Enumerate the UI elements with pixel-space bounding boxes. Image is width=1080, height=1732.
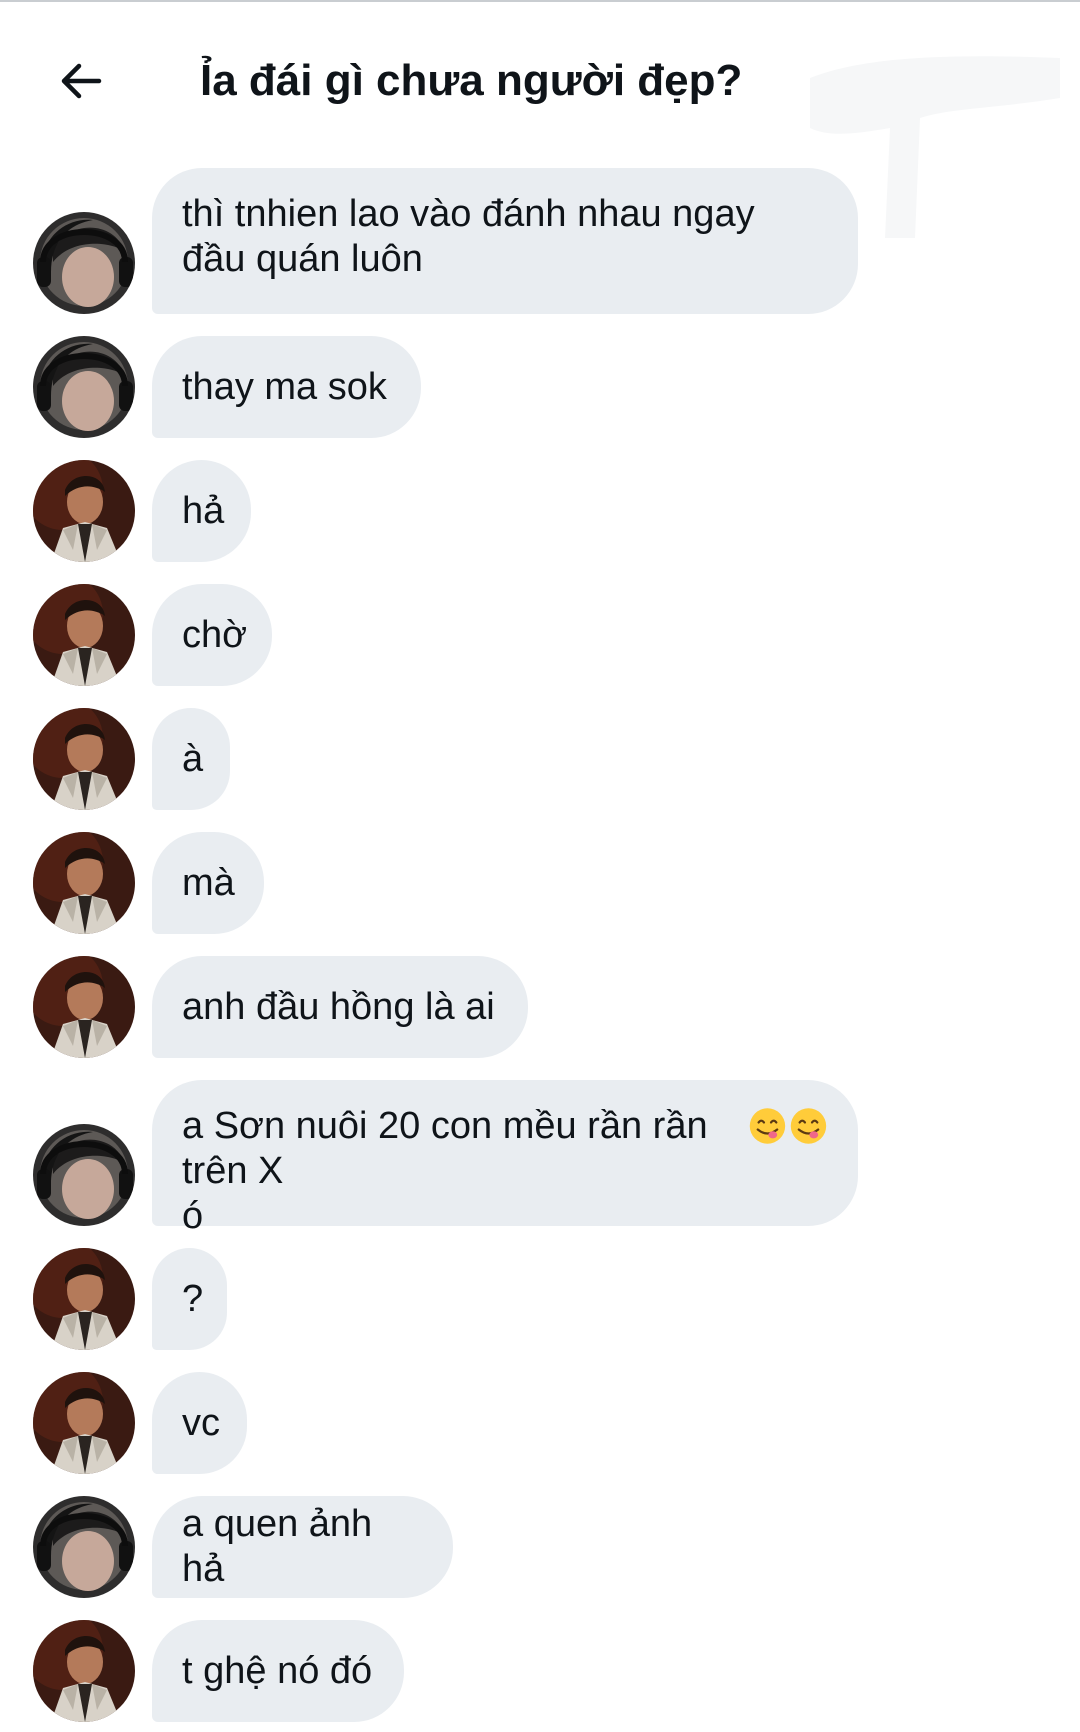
avatar-headphones-user[interactable] — [33, 1124, 135, 1226]
avatar-headphones-user[interactable] — [33, 1496, 135, 1598]
message-list: thì tnhien lao vào đánh nhau ngay đầu qu… — [0, 0, 1080, 1732]
message-bubble: chờ — [152, 584, 272, 686]
avatar-suit-user[interactable] — [33, 1372, 135, 1474]
message-bubble: ? — [152, 1248, 227, 1350]
avatar-suit-user[interactable] — [33, 584, 135, 686]
message-bubble: thay ma sok — [152, 336, 421, 438]
face-savoring-food-emoji — [790, 1108, 827, 1144]
message-bubble: à — [152, 708, 230, 810]
face-savoring-food-emoji — [749, 1108, 786, 1144]
avatar-suit-user[interactable] — [33, 1248, 135, 1350]
avatar-headphones-user[interactable] — [33, 212, 135, 314]
message-bubble: mà — [152, 832, 264, 934]
message-bubble: a quen ảnh hả — [152, 1496, 453, 1598]
avatar-suit-user[interactable] — [33, 460, 135, 562]
avatar-headphones-user[interactable] — [33, 336, 135, 438]
message-bubble: anh đầu hồng là ai — [152, 956, 528, 1058]
avatar-suit-user[interactable] — [33, 832, 135, 934]
message-bubble: hả — [152, 460, 251, 562]
avatar-suit-user[interactable] — [33, 708, 135, 810]
message-bubble: thì tnhien lao vào đánh nhau ngay đầu qu… — [152, 168, 858, 314]
message-bubble: a Sơn nuôi 20 con mều rần rần trên X ó — [152, 1080, 858, 1237]
message-bubble: vc — [152, 1372, 247, 1474]
avatar-suit-user[interactable] — [33, 956, 135, 1058]
avatar-suit-user[interactable] — [33, 1620, 135, 1722]
message-bubble: t ghệ nó đó — [152, 1620, 404, 1722]
message-text: a Sơn nuôi 20 con mều rần rần trên X ó — [182, 1105, 708, 1237]
